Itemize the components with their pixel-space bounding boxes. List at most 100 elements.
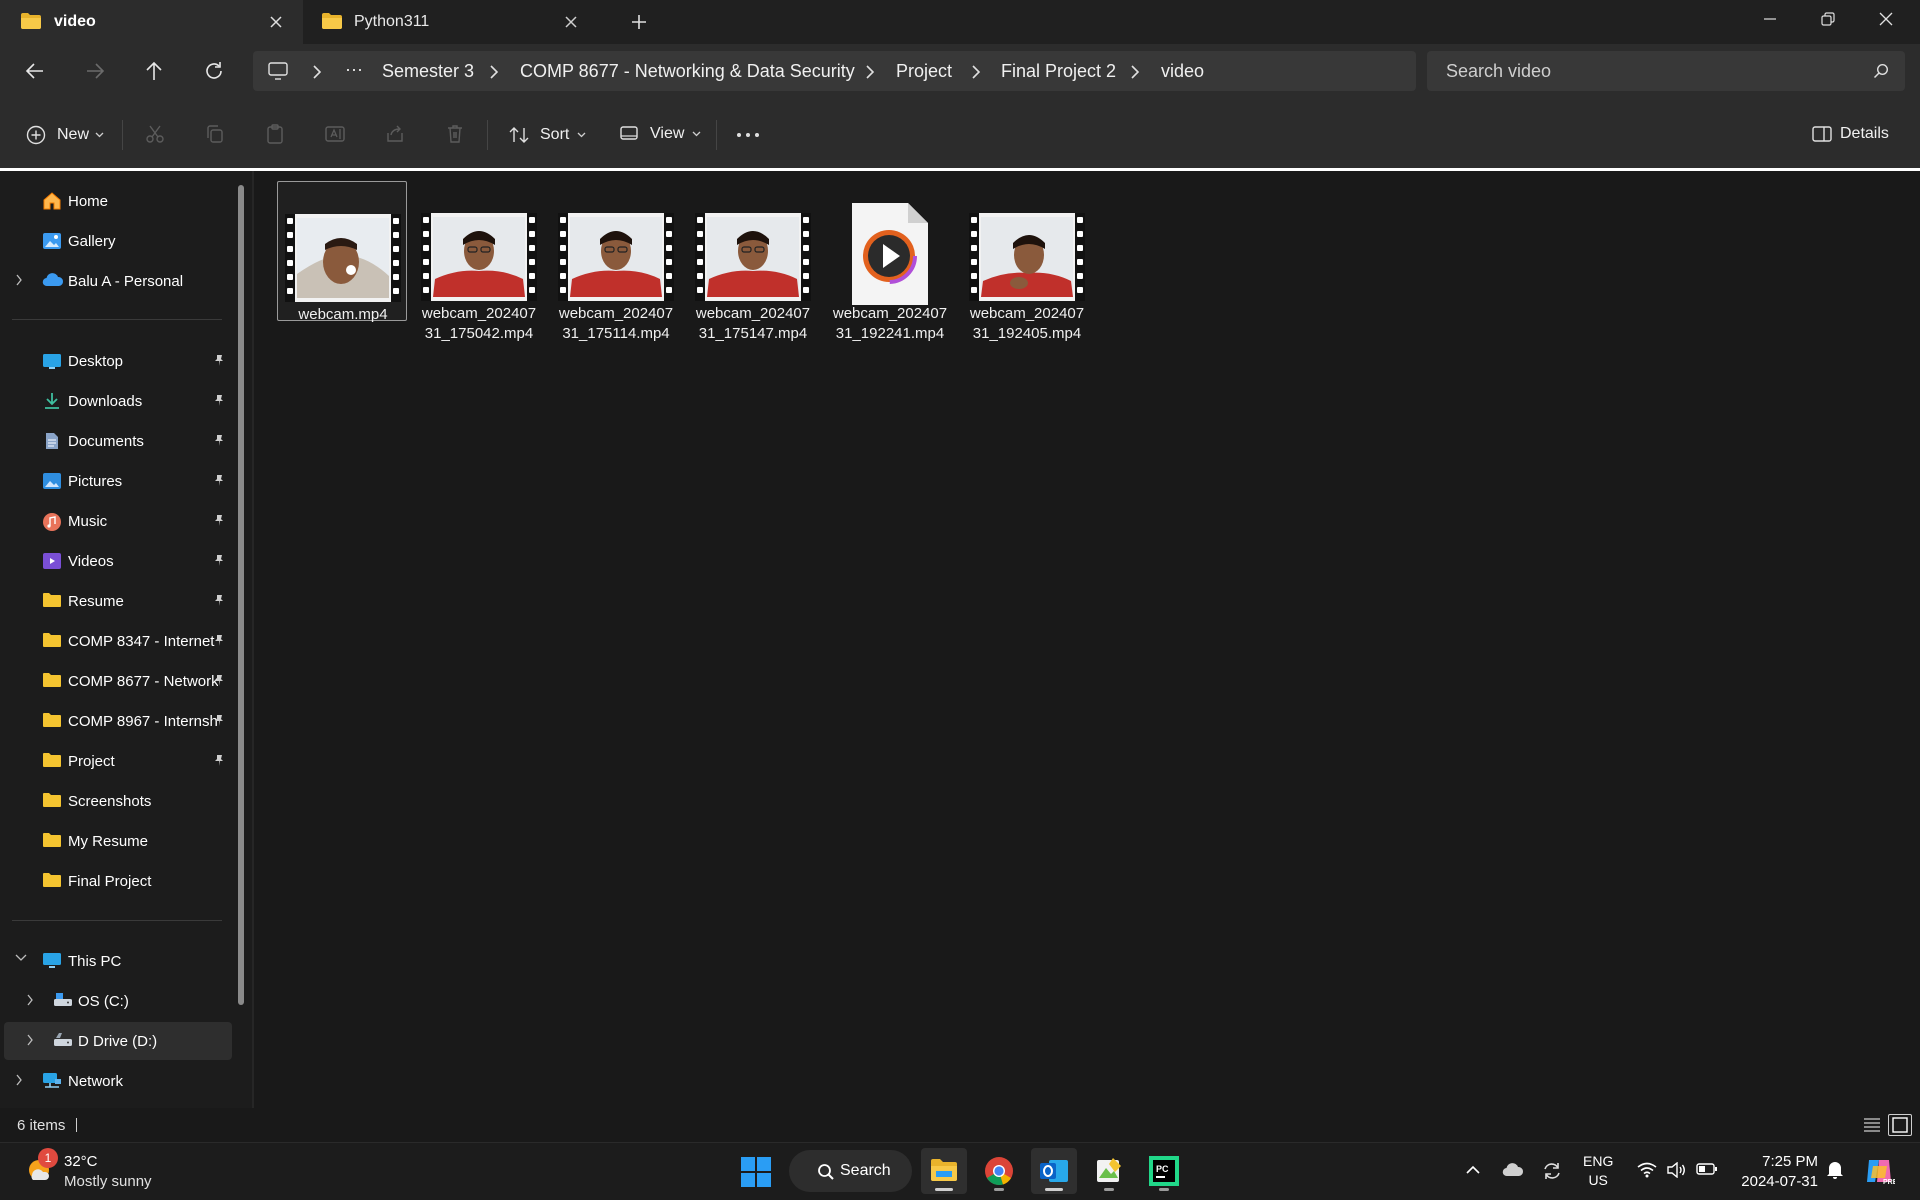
file-item-webcam-192241[interactable]: webcam_202407 31_192241.mp4: [825, 181, 955, 342]
sidebar-item-comp-8967[interactable]: COMP 8967 - Internsh: [0, 702, 230, 740]
new-tab-icon[interactable]: [630, 13, 648, 31]
sidebar-item-my-resume[interactable]: My Resume: [0, 822, 230, 860]
sidebar-item-videos[interactable]: Videos: [0, 542, 230, 580]
onedrive-tray-icon[interactable]: [1502, 1162, 1524, 1178]
refresh-icon[interactable]: [203, 60, 225, 82]
separator: [487, 120, 488, 150]
running-indicator: [935, 1188, 953, 1191]
show-hidden-icons-chevron-up-icon[interactable]: [1465, 1165, 1481, 1175]
minimize-icon[interactable]: [1760, 9, 1780, 29]
language-indicator[interactable]: ENG US: [1583, 1152, 1613, 1190]
forward-icon[interactable]: [84, 60, 106, 82]
tab-python311[interactable]: Python311: [306, 0, 598, 44]
sidebar-scrollbar[interactable]: [238, 185, 244, 1005]
more-options-icon[interactable]: [736, 132, 760, 138]
breadcrumb-final-project-2[interactable]: Final Project 2: [1001, 61, 1116, 82]
volume-icon[interactable]: [1666, 1162, 1686, 1178]
sidebar-item-this-pc[interactable]: This PC: [0, 942, 230, 980]
back-icon[interactable]: [24, 60, 46, 82]
chevron-right-icon[interactable]: [26, 1034, 34, 1046]
taskbar-outlook[interactable]: [1031, 1148, 1077, 1194]
wifi-icon[interactable]: [1637, 1162, 1657, 1178]
up-icon[interactable]: [143, 60, 165, 82]
pin-icon[interactable]: [213, 594, 225, 607]
taskbar-paint[interactable]: [1086, 1148, 1132, 1194]
close-tab-icon[interactable]: [564, 15, 578, 29]
sidebar-item-os-c[interactable]: OS (C:): [0, 982, 230, 1020]
start-windows-icon[interactable]: [740, 1156, 772, 1188]
chevron-right-icon[interactable]: [26, 994, 34, 1006]
breadcrumb-overflow[interactable]: ···: [345, 59, 363, 80]
sidebar-item-network[interactable]: Network: [0, 1062, 230, 1100]
pin-icon[interactable]: [213, 554, 225, 567]
cut-icon[interactable]: [145, 124, 165, 144]
pin-icon[interactable]: [213, 474, 225, 487]
pin-icon[interactable]: [213, 754, 225, 767]
breadcrumb[interactable]: ··· Semester 3 COMP 8677 - Networking & …: [253, 51, 1416, 91]
sidebar-item-project[interactable]: Project: [0, 742, 230, 780]
file-item-webcam-192405[interactable]: webcam_202407 31_192405.mp4: [962, 181, 1092, 342]
breadcrumb-semester-3[interactable]: Semester 3: [382, 61, 474, 82]
sidebar-item-comp-8677[interactable]: COMP 8677 - Network: [0, 662, 230, 700]
sidebar-item-desktop[interactable]: Desktop: [0, 342, 230, 380]
sidebar-item-d-drive[interactable]: D Drive (D:): [4, 1022, 232, 1060]
sidebar-item-gallery[interactable]: Gallery: [0, 222, 230, 260]
sync-icon[interactable]: [1541, 1160, 1563, 1182]
pin-icon[interactable]: [213, 354, 225, 367]
file-list[interactable]: webcam.mp4 webcam_202407 31_175042.mp4 w…: [254, 171, 1920, 1108]
pin-icon[interactable]: [213, 394, 225, 407]
sort-button[interactable]: Sort: [508, 125, 586, 145]
details-button[interactable]: Details: [1812, 125, 1889, 143]
copy-icon[interactable]: [205, 124, 225, 144]
new-button[interactable]: New: [26, 125, 104, 145]
pin-icon[interactable]: [213, 674, 225, 687]
close-window-icon[interactable]: [1876, 9, 1896, 29]
search-icon[interactable]: [1873, 63, 1889, 79]
copilot-icon[interactable]: PRE: [1863, 1156, 1895, 1186]
paste-icon[interactable]: [265, 124, 285, 144]
pin-icon[interactable]: [213, 514, 225, 527]
sidebar-item-final-project[interactable]: Final Project: [0, 862, 230, 900]
chevron-right-icon[interactable]: [15, 1074, 23, 1086]
pin-icon[interactable]: [213, 634, 225, 647]
chevron-down-icon[interactable]: [15, 954, 27, 962]
sidebar-item-screenshots[interactable]: Screenshots: [0, 782, 230, 820]
view-button[interactable]: View: [620, 125, 701, 143]
delete-icon[interactable]: [445, 124, 465, 144]
details-view-icon[interactable]: [1860, 1114, 1884, 1136]
file-item-webcam-175147[interactable]: webcam_202407 31_175147.mp4: [688, 181, 818, 342]
taskbar-search[interactable]: Search: [789, 1150, 912, 1192]
sidebar-item-home[interactable]: Home: [0, 182, 230, 220]
rename-icon[interactable]: [325, 124, 347, 144]
pin-icon[interactable]: [213, 714, 225, 727]
sidebar-item-onedrive[interactable]: Balu A - Personal: [0, 262, 230, 300]
file-item-webcam[interactable]: webcam.mp4: [277, 181, 407, 323]
breadcrumb-video[interactable]: video: [1161, 61, 1204, 82]
file-item-webcam-175042[interactable]: webcam_202407 31_175042.mp4: [414, 181, 544, 342]
sidebar-item-documents[interactable]: Documents: [0, 422, 230, 460]
battery-icon[interactable]: [1696, 1162, 1718, 1176]
share-icon[interactable]: [385, 124, 405, 144]
this-pc-icon[interactable]: [268, 62, 288, 80]
sidebar-item-downloads[interactable]: Downloads: [0, 382, 230, 420]
taskbar-file-explorer[interactable]: [921, 1148, 967, 1194]
sidebar-item-pictures[interactable]: Pictures: [0, 462, 230, 500]
navigation-pane[interactable]: Home Gallery Balu A - Personal Desktop D…: [0, 171, 254, 1108]
sidebar-item-resume[interactable]: Resume: [0, 582, 230, 620]
chevron-right-icon[interactable]: [15, 274, 23, 286]
sidebar-item-music[interactable]: Music: [0, 502, 230, 540]
file-item-webcam-175114[interactable]: webcam_202407 31_175114.mp4: [551, 181, 681, 342]
notification-bell-icon[interactable]: [1826, 1160, 1844, 1180]
large-icons-view-icon[interactable]: [1888, 1114, 1912, 1136]
sidebar-item-comp-8347[interactable]: COMP 8347 - Internet: [0, 622, 230, 660]
breadcrumb-project[interactable]: Project: [896, 61, 952, 82]
pin-icon[interactable]: [213, 434, 225, 447]
search-box[interactable]: Search video: [1427, 51, 1905, 91]
breadcrumb-comp-8677[interactable]: COMP 8677 - Networking & Data Security: [520, 61, 855, 82]
close-tab-icon[interactable]: [269, 15, 283, 29]
restore-icon[interactable]: [1818, 9, 1838, 29]
clock[interactable]: 7:25 PM 2024-07-31: [1730, 1152, 1818, 1192]
taskbar-pycharm[interactable]: PC: [1141, 1148, 1187, 1194]
tab-video[interactable]: video: [0, 0, 303, 44]
taskbar-chrome[interactable]: [976, 1148, 1022, 1194]
